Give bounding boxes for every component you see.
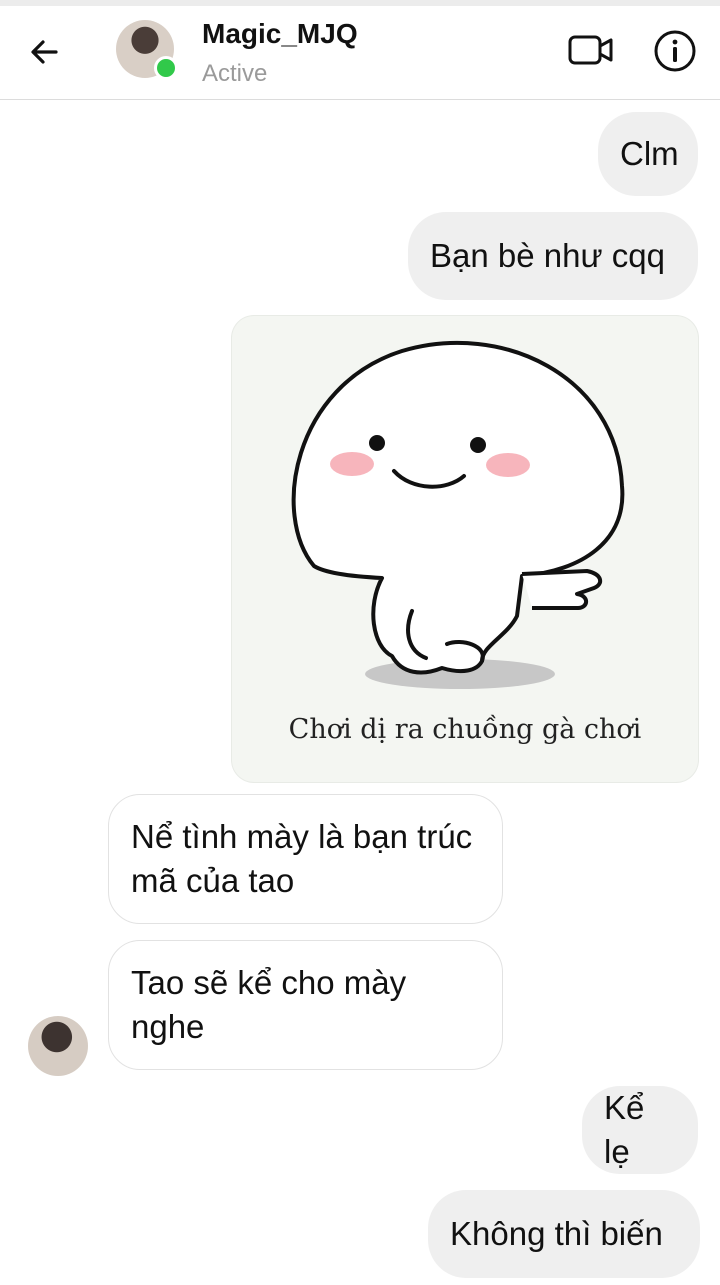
contact-avatar[interactable]: [116, 20, 178, 80]
info-icon: [654, 30, 696, 72]
message-text: Nể tình mày là bạn trúc mã của tao: [131, 818, 473, 899]
sticker-caption: Chơi dị ra chuồng gà chơi: [288, 714, 642, 745]
message-bubble-outgoing[interactable]: Kể lẹ: [582, 1086, 698, 1174]
message-bubble-outgoing[interactable]: Bạn bè như cqq: [408, 212, 698, 300]
message-text: Tao sẽ kể cho mày nghe: [131, 964, 407, 1045]
back-arrow-icon: [31, 40, 58, 64]
message-bubble-incoming[interactable]: Tao sẽ kể cho mày nghe: [108, 940, 503, 1070]
sender-avatar[interactable]: [28, 1016, 88, 1076]
message-text: Clm: [620, 135, 679, 172]
message-text: Kể lẹ: [604, 1089, 645, 1170]
chat-header: Magic_MJQ Active: [0, 0, 720, 100]
info-button[interactable]: [652, 28, 698, 74]
contact-status: Active: [202, 60, 268, 87]
message-text: Bạn bè như cqq: [430, 237, 665, 274]
message-bubble-outgoing[interactable]: Không thì biến: [428, 1190, 700, 1278]
smiling-blob-sticker-icon: [291, 341, 625, 689]
sticker-message[interactable]: Chơi dị ra chuồng gà chơi: [232, 316, 698, 782]
video-call-button[interactable]: [566, 30, 616, 70]
video-call-icon: [568, 35, 613, 65]
online-indicator: [154, 56, 178, 80]
contact-name[interactable]: Magic_MJQ: [202, 18, 358, 50]
back-button[interactable]: [26, 32, 66, 72]
message-bubble-outgoing[interactable]: Clm: [598, 112, 698, 196]
message-bubble-incoming[interactable]: Nể tình mày là bạn trúc mã của tao: [108, 794, 503, 924]
status-strip: [0, 0, 720, 6]
message-text: Không thì biến: [450, 1215, 663, 1252]
